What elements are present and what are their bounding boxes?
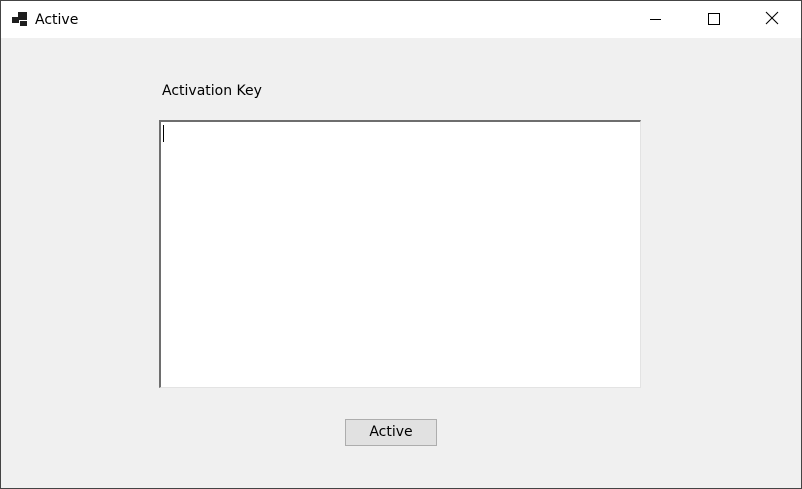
minimize-icon [650,10,662,29]
activation-key-input[interactable] [159,120,641,388]
app-window: Active Activation Key Active [0,0,802,489]
activation-key-label: Activation Key [162,83,262,99]
active-button[interactable]: Active [345,419,437,446]
close-icon [765,10,779,29]
text-caret [163,125,164,142]
app-icon [12,11,28,27]
title-bar[interactable]: Active [1,1,801,38]
close-button[interactable] [743,1,801,38]
maximize-button[interactable] [685,1,743,38]
maximize-icon [708,10,720,29]
window-title: Active [35,12,79,28]
minimize-button[interactable] [627,1,685,38]
